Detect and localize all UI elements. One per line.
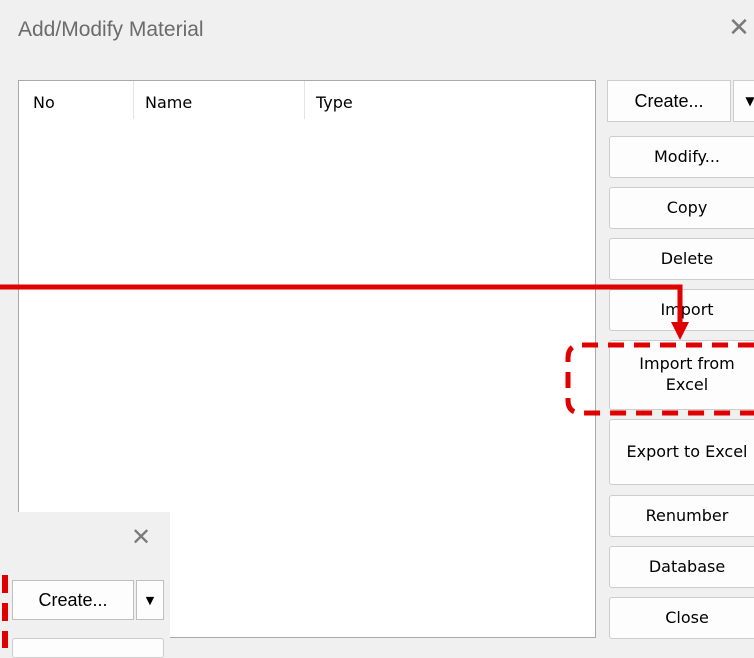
renumber-button[interactable]: Renumber bbox=[609, 495, 754, 537]
column-separator[interactable] bbox=[304, 81, 305, 119]
modify-button[interactable]: Modify... bbox=[609, 136, 754, 178]
column-header-type[interactable]: Type bbox=[316, 93, 353, 112]
copy-button[interactable]: Copy bbox=[609, 187, 754, 229]
inset-zoom-panel: ✕ Create... ▼ bbox=[0, 512, 170, 658]
column-header-no[interactable]: No bbox=[33, 93, 55, 112]
import-button[interactable]: Import bbox=[609, 289, 754, 331]
close-icon: ✕ bbox=[130, 523, 152, 551]
create-split-button: Create... ▼ bbox=[607, 80, 754, 122]
close-icon[interactable]: ✕ bbox=[723, 12, 754, 44]
export-to-excel-button[interactable]: Export to Excel bbox=[609, 419, 754, 485]
dialog-title: Add/Modify Material bbox=[18, 18, 204, 41]
column-separator[interactable] bbox=[133, 81, 134, 119]
inset-button-stub bbox=[12, 638, 164, 658]
close-button[interactable]: Close bbox=[609, 597, 754, 639]
column-header-name[interactable]: Name bbox=[145, 93, 192, 112]
dropdown-arrow-icon: ▼ bbox=[136, 580, 164, 620]
dropdown-arrow-icon[interactable]: ▼ bbox=[733, 80, 754, 122]
delete-button[interactable]: Delete bbox=[609, 238, 754, 280]
list-header: No Name Type bbox=[19, 81, 595, 123]
inset-create-button: Create... bbox=[12, 580, 134, 620]
create-button[interactable]: Create... bbox=[607, 80, 731, 122]
title-bar: Add/Modify Material ✕ bbox=[0, 0, 754, 58]
import-from-excel-button[interactable]: Import from Excel bbox=[609, 340, 754, 410]
database-button[interactable]: Database bbox=[609, 546, 754, 588]
